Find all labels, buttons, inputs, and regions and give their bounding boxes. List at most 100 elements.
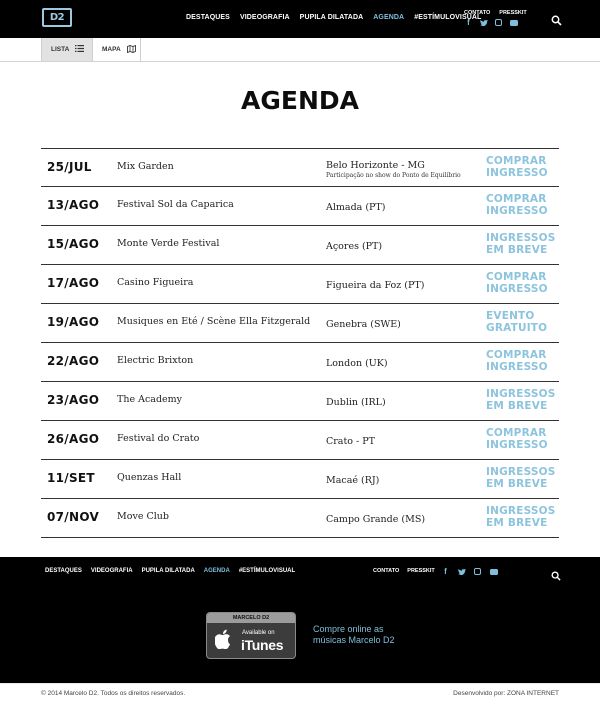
action-line-1: COMPRAR: [486, 271, 547, 283]
footer-nav-videografia[interactable]: Videografia: [91, 568, 133, 574]
event-row: 22/AGO Electric Brixton London (UK) COMP…: [41, 343, 559, 382]
social-links: f: [465, 19, 518, 27]
event-date: 15/AGO: [47, 237, 100, 251]
nav-item-agenda[interactable]: Agenda: [373, 14, 404, 21]
event-row: 13/AGO Festival Sol da Caparica Almada (…: [41, 187, 559, 226]
event-date: 07/NOV: [47, 510, 100, 524]
itunes-badge-button[interactable]: MARCELO D2 Available on iTunes: [206, 612, 296, 659]
tab-mapa[interactable]: Mapa: [93, 38, 141, 61]
event-city: Dublin (IRL): [326, 396, 386, 408]
nav-item-videografia[interactable]: Videografia: [240, 14, 290, 21]
tickets-soon-label[interactable]: INGRESSOS EM BREVE: [486, 466, 556, 490]
buy-ticket-button[interactable]: COMPRAR INGRESSO: [486, 349, 556, 373]
buy-ticket-button[interactable]: COMPRAR INGRESSO: [486, 427, 556, 451]
footer: Destaques Videografia Pupila Dilatada Ag…: [0, 557, 600, 683]
facebook-icon[interactable]: f: [442, 568, 449, 576]
instagram-icon[interactable]: [495, 19, 502, 26]
event-venue: Casino Figueira: [117, 277, 194, 288]
event-location: Açores (PT): [326, 232, 382, 260]
event-location: Crato - PT: [326, 427, 375, 455]
event-row: 17/AGO Casino Figueira Figueira da Foz (…: [41, 265, 559, 304]
event-row: 25/JUL Mix Garden Belo Horizonte - MG Pa…: [41, 148, 559, 187]
action-line-1: INGRESSOS: [486, 388, 556, 400]
search-icon[interactable]: [551, 13, 562, 26]
agenda-list: 25/JUL Mix Garden Belo Horizonte - MG Pa…: [41, 148, 559, 538]
list-icon: [75, 45, 85, 54]
event-city: Almada (PT): [326, 201, 386, 213]
footer-contato-link[interactable]: Contato: [373, 568, 399, 574]
nav-item-destaques[interactable]: Destaques: [186, 14, 230, 21]
event-date: 11/SET: [47, 471, 95, 485]
event-venue: Mix Garden: [117, 161, 174, 172]
event-location: Campo Grande (MS): [326, 505, 425, 533]
footer-nav-destaques[interactable]: Destaques: [45, 568, 82, 574]
contato-link[interactable]: Contato: [464, 10, 490, 16]
twitter-icon[interactable]: [458, 568, 466, 576]
event-date: 26/AGO: [47, 432, 100, 446]
action-line-2: EM BREVE: [486, 517, 548, 529]
event-city: Belo Horizonte - MG: [326, 159, 425, 171]
footer-nav-estimulovisual[interactable]: #Estímulovisual: [239, 568, 295, 574]
presskit-link[interactable]: Presskit: [499, 10, 527, 16]
action-line-2: EM BREVE: [486, 244, 548, 256]
itunes-available-text: Available on: [242, 630, 275, 636]
instagram-icon[interactable]: [474, 568, 481, 575]
action-line-2: GRATUITO: [486, 322, 548, 334]
page-title: AGENDA: [241, 86, 359, 115]
action-line-2: INGRESSO: [486, 167, 548, 179]
free-event-label[interactable]: EVENTO GRATUITO: [486, 310, 556, 334]
buy-ticket-button[interactable]: COMPRAR INGRESSO: [486, 193, 556, 217]
tab-lista[interactable]: Lista: [41, 38, 93, 61]
logo[interactable]: D2: [42, 8, 72, 27]
copyright-bar: © 2014 Marcelo D2. Todos os direitos res…: [0, 683, 600, 704]
buy-online-link[interactable]: Compre online as músicas Marcelo D2: [313, 624, 413, 646]
tickets-soon-label[interactable]: INGRESSOS EM BREVE: [486, 505, 556, 529]
itunes-badge-artist: MARCELO D2: [207, 613, 295, 623]
youtube-icon[interactable]: [490, 569, 498, 575]
action-line-2: EM BREVE: [486, 400, 548, 412]
event-city: Crato - PT: [326, 435, 375, 447]
tickets-soon-label[interactable]: INGRESSOS EM BREVE: [486, 388, 556, 412]
action-line-1: COMPRAR: [486, 349, 547, 361]
footer-presskit-link[interactable]: Presskit: [407, 568, 435, 574]
action-line-1: COMPRAR: [486, 155, 547, 167]
event-venue: Festival do Crato: [117, 433, 200, 444]
event-venue: Quenzas Hall: [117, 472, 182, 483]
action-line-2: INGRESSO: [486, 439, 548, 451]
action-line-1: INGRESSOS: [486, 505, 556, 517]
itunes-brand-text: iTunes: [241, 637, 284, 653]
action-line-1: EVENTO: [486, 310, 535, 322]
twitter-icon[interactable]: [480, 19, 488, 27]
action-line-1: INGRESSOS: [486, 232, 556, 244]
tickets-soon-label[interactable]: INGRESSOS EM BREVE: [486, 232, 556, 256]
event-location: Figueira da Foz (PT): [326, 271, 424, 299]
event-location: Genebra (SWE): [326, 310, 401, 338]
footer-nav-pupila-dilatada[interactable]: Pupila Dilatada: [142, 568, 195, 574]
event-venue: Electric Brixton: [117, 355, 194, 366]
action-line-2: INGRESSO: [486, 361, 548, 373]
event-location: Belo Horizonte - MG Participação no show…: [326, 155, 461, 183]
footer-nav-agenda[interactable]: Agenda: [204, 568, 230, 574]
facebook-icon[interactable]: f: [465, 19, 472, 27]
event-venue: Musiques en Eté / Scène Ella Fitzgerald: [117, 316, 311, 327]
footer-nav: Destaques Videografia Pupila Dilatada Ag…: [45, 568, 295, 574]
buy-ticket-button[interactable]: COMPRAR INGRESSO: [486, 271, 556, 295]
event-city: London (UK): [326, 357, 388, 369]
youtube-icon[interactable]: [510, 20, 518, 26]
event-location: London (UK): [326, 349, 388, 377]
event-date: 23/AGO: [47, 393, 100, 407]
buy-ticket-button[interactable]: COMPRAR INGRESSO: [486, 155, 556, 179]
top-navigation-bar: D2 Destaques Videografia Pupila Dilatada…: [0, 0, 600, 38]
developer-credit[interactable]: Desenvolvido por: ZONA INTERNET: [453, 690, 559, 697]
event-row: 19/AGO Musiques en Eté / Scène Ella Fitz…: [41, 304, 559, 343]
nav-item-pupila-dilatada[interactable]: Pupila Dilatada: [300, 14, 364, 21]
utility-links: Contato Presskit: [464, 10, 527, 16]
copyright-text: © 2014 Marcelo D2. Todos os direitos res…: [41, 690, 186, 697]
event-date: 19/AGO: [47, 315, 100, 329]
event-city: Campo Grande (MS): [326, 513, 426, 525]
event-row: 23/AGO The Academy Dublin (IRL) INGRESSO…: [41, 382, 559, 421]
apple-icon: [214, 629, 231, 650]
event-row: 15/AGO Monte Verde Festival Açores (PT) …: [41, 226, 559, 265]
search-icon[interactable]: [551, 568, 561, 581]
action-line-2: INGRESSO: [486, 283, 548, 295]
